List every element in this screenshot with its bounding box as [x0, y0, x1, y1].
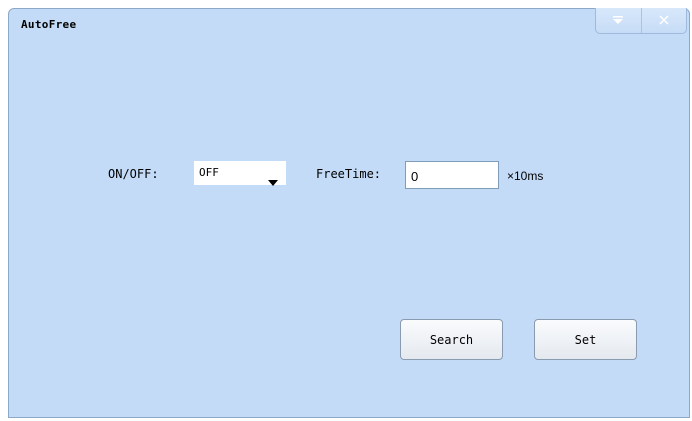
freetime-unit: ×10ms — [507, 169, 544, 183]
set-button[interactable]: Set — [534, 319, 637, 360]
title-bar-buttons — [595, 8, 687, 34]
search-button[interactable]: Search — [400, 319, 503, 360]
chevron-down-icon — [268, 171, 278, 190]
onoff-select[interactable]: OFF — [194, 161, 286, 186]
autofree-window: AutoFree ON/OFF: OFF FreeTime: 0 ×10ms S… — [8, 8, 690, 418]
close-button[interactable] — [640, 8, 687, 33]
freetime-input[interactable] — [405, 161, 499, 189]
onoff-label: ON/OFF: — [108, 167, 159, 181]
menu-button[interactable] — [596, 8, 641, 33]
dropdown-menu-icon — [611, 11, 625, 30]
window-title: AutoFree — [21, 18, 77, 31]
close-icon — [658, 11, 670, 30]
onoff-select-value: OFF — [199, 166, 219, 179]
freetime-label: FreeTime: — [316, 167, 382, 181]
